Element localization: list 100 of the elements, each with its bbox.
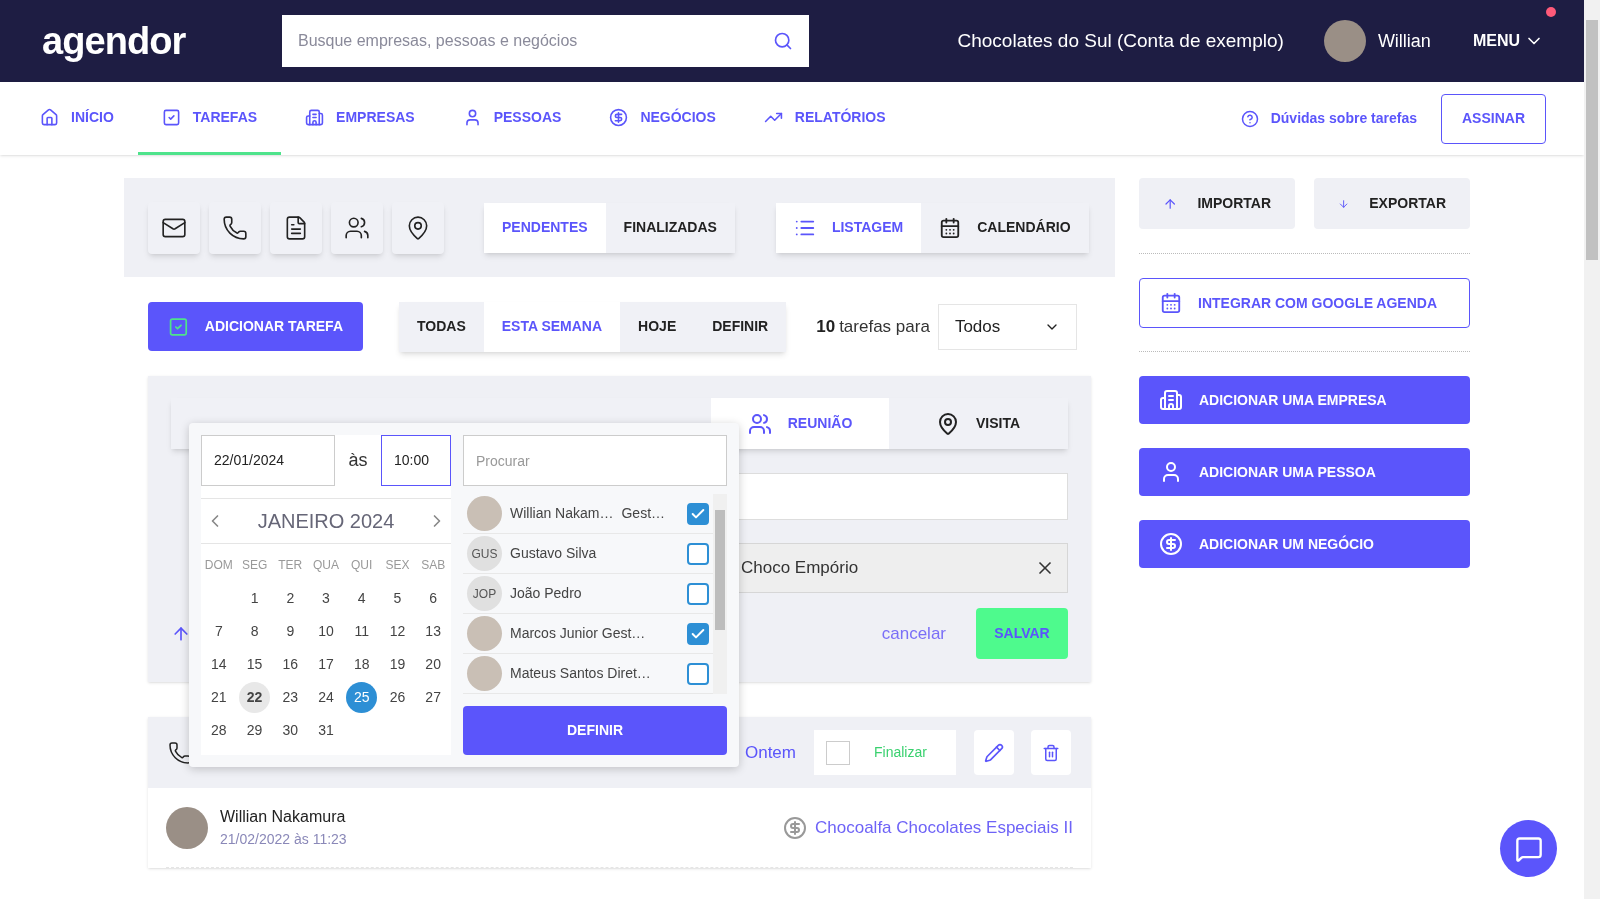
calendar-day[interactable]: 20 [417,649,449,680]
search-field[interactable]: Busque empresas, pessoas e negócios [282,15,809,67]
logo[interactable]: agendor [42,12,236,70]
calendar-day[interactable]: 28 [203,715,235,746]
deal-link[interactable]: Chocoalfa Chocolates Especiais II [783,814,1073,841]
calendar-day[interactable]: 30 [274,715,306,746]
add-entity-button[interactable]: ADICIONAR UMA PESSOA [1139,448,1470,496]
checkbox-icon [161,107,181,127]
calendar-day[interactable]: 17 [310,649,342,680]
nav-tab[interactable]: RELATÓRIOS [739,82,910,155]
calendar-day[interactable]: 2 [274,583,306,614]
calendar-day[interactable]: 11 [346,616,378,647]
segment-tab[interactable]: DEFINIR [694,301,787,352]
checkbox[interactable] [687,622,709,645]
checkbox[interactable] [687,662,709,685]
calendar-day[interactable]: 31 [310,715,342,746]
person-row[interactable]: JOP João Pedro [463,574,713,614]
add-entity-button[interactable]: ADICIONAR UM NEGÓCIO [1139,520,1470,568]
user-name[interactable]: Willian [1377,27,1431,55]
segment-tab[interactable]: PENDENTES [484,202,606,253]
calendar-day[interactable]: 24 [310,682,342,713]
person-row[interactable]: Marcos Junior Gest… [463,614,713,654]
task-type-button[interactable] [392,201,444,254]
task-type-tab[interactable]: VISITA [889,398,1067,449]
calendar-day[interactable]: 9 [274,616,306,647]
person-role: Gest… [621,504,666,523]
weekday-label: SAB [420,557,447,574]
calendar-day[interactable]: 19 [381,649,413,680]
calendar-day[interactable]: 6 [417,583,449,614]
person-name: Marcos Junior Gest… [510,624,646,643]
checkbox[interactable] [826,740,850,765]
calendar-day[interactable]: 8 [239,616,271,647]
calendar-day[interactable]: 15 [239,649,271,680]
calendar-day[interactable]: 16 [274,649,306,680]
calendar-day[interactable]: 23 [274,682,306,713]
add-task-button[interactable]: ADICIONAR TAREFA [148,302,363,351]
segment-tab[interactable]: CALENDÁRIO [921,202,1089,253]
checkbox[interactable] [687,582,709,605]
calendar-day[interactable]: 4 [346,583,378,614]
calendar-day[interactable]: 12 [381,616,413,647]
calendar-day[interactable]: 18 [346,649,378,680]
phone-icon [222,214,248,241]
person-row[interactable]: Mateus Santos Diret… [463,654,713,694]
task-type-button[interactable] [331,201,383,254]
nav-tab[interactable]: EMPRESAS [281,82,439,155]
avatar[interactable] [1323,20,1366,62]
weekday-label: DOM [203,557,234,574]
scrollbar[interactable] [1584,0,1600,899]
calendar-day[interactable]: 13 [417,616,449,647]
calendar-day[interactable]: 26 [381,682,413,713]
nav-tab[interactable]: NEGÓCIOS [585,82,740,155]
task-type-tab[interactable]: REUNIÃO [711,398,889,449]
segment-tab[interactable]: HOJE [620,301,695,352]
owner-select[interactable]: Todos [937,303,1077,350]
calendar-day[interactable]: 29 [239,715,271,746]
task-count: 10 [816,315,836,338]
nav-tab[interactable]: TAREFAS [137,82,282,155]
search-field[interactable]: Procurar [463,435,727,486]
help-link[interactable]: Dúvidas sobre tarefas [1240,108,1417,129]
calendar-day[interactable]: 27 [417,682,449,713]
add-entity-button[interactable]: ADICIONAR UMA EMPRESA [1139,376,1470,424]
calendar-day[interactable]: 5 [381,583,413,614]
calendar-day[interactable]: 14 [203,649,235,680]
author-name: Willian Nakamura [220,807,347,827]
import-button[interactable]: IMPORTAR [1139,178,1295,229]
person-row[interactable]: Willian Nakam… Gest… [463,494,713,534]
account-name[interactable]: Chocolates do Sul (Conta de exemplo) [957,26,1284,56]
calendar-day[interactable]: 1 [239,583,271,614]
calendar-day[interactable]: 21 [203,682,235,713]
task-type-button[interactable] [270,201,322,254]
define-button[interactable]: DEFINIR [463,706,727,755]
calendar-day[interactable]: 7 [203,616,235,647]
export-button[interactable]: EXPORTAR [1314,178,1470,229]
segment-tab[interactable]: ESTA SEMANA [483,301,621,352]
segment-tab[interactable]: FINALIZADAS [605,202,735,253]
save-button[interactable]: SALVAR [976,608,1068,659]
calendar-day[interactable]: 10 [310,616,342,647]
scrollbar[interactable] [713,494,727,694]
date-field[interactable]: 22/01/2024 [201,435,335,486]
checkbox[interactable] [687,542,709,565]
time-field[interactable]: 10:00 [381,435,451,486]
search-icon[interactable] [773,31,793,51]
chat-button[interactable] [1500,820,1557,877]
nav-tab[interactable]: INÍCIO [16,82,138,155]
menu-button[interactable]: MENU [1472,29,1544,53]
calendar-day[interactable]: 25 [346,682,378,713]
task-type-button[interactable] [148,201,200,254]
delete-button[interactable] [1031,730,1071,775]
person-row[interactable]: GUS Gustavo Silva [463,534,713,574]
calendar-day[interactable]: 3 [310,583,342,614]
checkbox[interactable] [687,502,709,525]
segment-tab[interactable]: LISTAGEM [775,202,922,253]
nav-tab[interactable]: PESSOAS [438,82,586,155]
edit-button[interactable] [974,730,1014,775]
task-type-button[interactable] [209,201,261,254]
google-calendar-button[interactable]: INTEGRAR COM GOOGLE AGENDA [1139,278,1470,328]
subscribe-button[interactable]: ASSINAR [1441,93,1546,144]
calendar-day[interactable]: 22 [239,682,271,713]
segment-tab[interactable]: TODAS [399,301,484,352]
phone-icon [168,740,192,765]
